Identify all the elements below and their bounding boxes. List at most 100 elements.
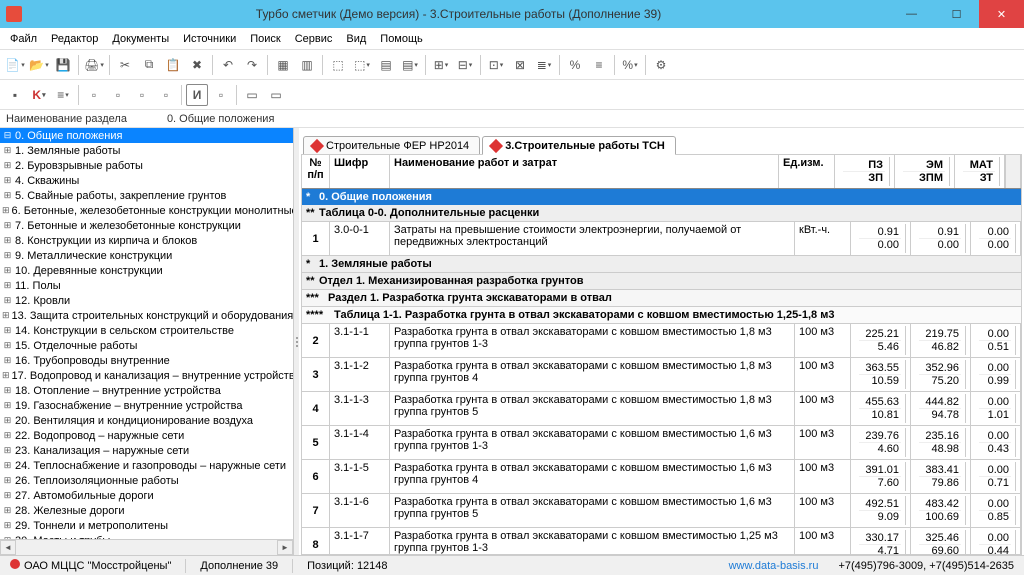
tree-item[interactable]: ⊞5. Свайные работы, закрепление грунтов xyxy=(0,188,293,203)
tree-item[interactable]: ⊞6. Бетонные, железобетонные конструкции… xyxy=(0,203,293,218)
grid-row[interactable]: 63.1-1-5Разработка грунта в отвал экскав… xyxy=(302,460,1021,494)
expand-icon[interactable]: ⊞ xyxy=(2,520,13,531)
expand-icon[interactable]: ⊞ xyxy=(2,175,13,186)
t2-a[interactable]: ▪ xyxy=(4,84,26,106)
tree-item[interactable]: ⊞26. Теплоизоляционные работы xyxy=(0,473,293,488)
expand-icon[interactable]: ⊟ xyxy=(2,130,13,141)
cut-button[interactable]: ✂ xyxy=(114,54,136,76)
tool-c[interactable]: ⬚ xyxy=(327,54,349,76)
redo-button[interactable]: ↷ xyxy=(241,54,263,76)
grid-row[interactable]: 33.1-1-2Разработка грунта в отвал экскав… xyxy=(302,358,1021,392)
t2-d[interactable]: ▫ xyxy=(83,84,105,106)
tool-i[interactable]: ⊡ xyxy=(485,54,507,76)
tree-item[interactable]: ⊞20. Вентиляция и кондиционирование возд… xyxy=(0,413,293,428)
paste-button[interactable]: 📋 xyxy=(162,54,184,76)
grid-row[interactable]: 13.0-0-1Затраты на превышение стоимости … xyxy=(302,222,1021,256)
tool-l[interactable]: % xyxy=(564,54,586,76)
expand-icon[interactable]: ⊞ xyxy=(2,235,13,246)
tree-item[interactable]: ⊞27. Автомобильные дороги xyxy=(0,488,293,503)
tool-k[interactable]: ≣ xyxy=(533,54,555,76)
tree-item[interactable]: ⊞9. Металлические конструкции xyxy=(0,248,293,263)
tool-h[interactable]: ⊟ xyxy=(454,54,476,76)
menu-file[interactable]: Файл xyxy=(4,31,43,47)
tree-item[interactable]: ⊞17. Водопровод и канализация – внутренн… xyxy=(0,368,293,383)
expand-icon[interactable]: ⊞ xyxy=(2,160,13,171)
t2-c[interactable]: ≡ xyxy=(52,84,74,106)
tree-item[interactable]: ⊞7. Бетонные и железобетонные конструкци… xyxy=(0,218,293,233)
maximize-button[interactable]: ☐ xyxy=(934,0,979,28)
expand-icon[interactable]: ⊞ xyxy=(2,460,13,471)
tree-item[interactable]: ⊞19. Газоснабжение – внутренние устройст… xyxy=(0,398,293,413)
tab-fer[interactable]: Строительные ФЕР НР2014 xyxy=(303,136,480,154)
col-name[interactable]: Наименование работ и затрат xyxy=(390,155,779,188)
scroll-left-icon[interactable]: ◄ xyxy=(0,540,16,555)
tree-item[interactable]: ⊞1. Земляные работы xyxy=(0,143,293,158)
tree-item[interactable]: ⊞8. Конструкции из кирпича и блоков xyxy=(0,233,293,248)
tool-a[interactable]: ▦ xyxy=(272,54,294,76)
t2-k[interactable]: ▭ xyxy=(265,84,287,106)
tool-f[interactable]: ▤ xyxy=(399,54,421,76)
expand-icon[interactable]: ⊞ xyxy=(2,190,13,201)
grid-section[interactable]: ****Таблица 1-1. Разработка грунта в отв… xyxy=(302,307,1021,324)
expand-icon[interactable]: ⊞ xyxy=(2,415,13,426)
t2-g[interactable]: ▫ xyxy=(155,84,177,106)
minimize-button[interactable]: — xyxy=(889,0,934,28)
scroll-right-icon[interactable]: ► xyxy=(277,540,293,555)
col-mat[interactable]: МАТЗТ xyxy=(955,155,1005,188)
tree-item[interactable]: ⊞16. Трубопроводы внутренние xyxy=(0,353,293,368)
grid-row[interactable]: 43.1-1-3Разработка грунта в отвал экскав… xyxy=(302,392,1021,426)
tree-item[interactable]: ⊞13. Защита строительных конструкций и о… xyxy=(0,308,293,323)
menu-view[interactable]: Вид xyxy=(340,31,372,47)
tree-item[interactable]: ⊞15. Отделочные работы xyxy=(0,338,293,353)
expand-icon[interactable]: ⊞ xyxy=(2,475,13,486)
menu-search[interactable]: Поиск xyxy=(244,31,286,47)
expand-icon[interactable]: ⊞ xyxy=(2,145,13,156)
grid-body[interactable]: *0. Общие положения**Таблица 0-0. Дополн… xyxy=(302,189,1021,554)
expand-icon[interactable]: ⊞ xyxy=(2,220,13,231)
col-em[interactable]: ЭМЗПМ xyxy=(895,155,955,188)
grid-section[interactable]: **Таблица 0-0. Дополнительные расценки xyxy=(302,205,1021,222)
tree-item[interactable]: ⊞2. Буровзрывные работы xyxy=(0,158,293,173)
tree-item[interactable]: ⊞24. Теплоснабжение и газопроводы – нару… xyxy=(0,458,293,473)
grid-row[interactable]: 73.1-1-6Разработка грунта в отвал экскав… xyxy=(302,494,1021,528)
expand-icon[interactable]: ⊞ xyxy=(2,385,13,396)
grid-section[interactable]: ***Раздел 1. Разработка грунта экскавато… xyxy=(302,290,1021,307)
tool-b[interactable]: ▥ xyxy=(296,54,318,76)
menu-help[interactable]: Помощь xyxy=(374,31,429,47)
grid-row[interactable]: 23.1-1-1Разработка грунта в отвал экскав… xyxy=(302,324,1021,358)
print-button[interactable]: 🖨 xyxy=(83,54,105,76)
tree-item[interactable]: ⊞29. Тоннели и метрополитены xyxy=(0,518,293,533)
expand-icon[interactable]: ⊞ xyxy=(2,205,10,216)
delete-button[interactable]: ✖ xyxy=(186,54,208,76)
tab-tsn[interactable]: 3.Строительные работы ТСН xyxy=(482,136,676,155)
tree-item[interactable]: ⊞11. Полы xyxy=(0,278,293,293)
tree-item[interactable]: ⊞14. Конструкции в сельском строительств… xyxy=(0,323,293,338)
expand-icon[interactable]: ⊞ xyxy=(2,325,13,336)
tree-item[interactable]: ⊟0. Общие положения xyxy=(0,128,293,143)
settings-button[interactable]: ⚙ xyxy=(650,54,672,76)
menu-documents[interactable]: Документы xyxy=(106,31,175,47)
expand-icon[interactable]: ⊞ xyxy=(2,370,10,381)
grid-row[interactable]: 53.1-1-4Разработка грунта в отвал экскав… xyxy=(302,426,1021,460)
menu-editor[interactable]: Редактор xyxy=(45,31,104,47)
status-url[interactable]: www.data-basis.ru xyxy=(723,560,825,572)
undo-button[interactable]: ↶ xyxy=(217,54,239,76)
tool-g[interactable]: ⊞ xyxy=(430,54,452,76)
tree-hscroll[interactable]: ◄ ► xyxy=(0,539,293,555)
t2-i[interactable]: ▫ xyxy=(210,84,232,106)
grid-section[interactable]: **Отдел 1. Механизированная разработка г… xyxy=(302,273,1021,290)
tool-d[interactable]: ⬚ xyxy=(351,54,373,76)
t2-h[interactable]: И xyxy=(186,84,208,106)
t2-e[interactable]: ▫ xyxy=(107,84,129,106)
expand-icon[interactable]: ⊞ xyxy=(2,490,13,501)
open-button[interactable]: 📂 xyxy=(28,54,50,76)
tree-item[interactable]: ⊞10. Деревянные конструкции xyxy=(0,263,293,278)
tool-e[interactable]: ▤ xyxy=(375,54,397,76)
col-np[interactable]: № п/п xyxy=(302,155,330,188)
menu-sources[interactable]: Источники xyxy=(177,31,242,47)
grid-section[interactable]: *1. Земляные работы xyxy=(302,256,1021,273)
expand-icon[interactable]: ⊞ xyxy=(2,340,13,351)
col-ed[interactable]: Ед.изм. xyxy=(779,155,835,188)
grid-section[interactable]: *0. Общие положения xyxy=(302,189,1021,205)
expand-icon[interactable]: ⊞ xyxy=(2,430,13,441)
